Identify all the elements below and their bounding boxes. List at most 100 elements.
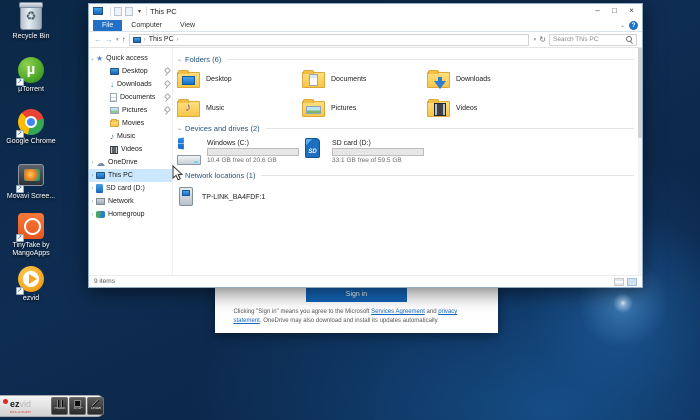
up-button[interactable]: ↑ (122, 35, 126, 44)
folder-tile-documents[interactable]: Documents (302, 67, 427, 92)
sidebar-item-homegroup[interactable]: › Homegroup (89, 208, 172, 221)
tile-label: Pictures (331, 105, 356, 112)
group-header-devices[interactable]: ⌄ Devices and drives (2) (177, 124, 634, 133)
this-pc-icon (93, 7, 103, 15)
desktop-icon-label: Recycle Bin (2, 33, 60, 41)
sidebar-item-downloads[interactable]: ↓ Downloads (89, 78, 172, 91)
drive-name: SD card (D:) (332, 140, 424, 147)
folder-tile-pictures[interactable]: Pictures (302, 96, 427, 121)
sidebar-item-sd-card[interactable]: › SD card (D:) (89, 182, 172, 195)
drive-capacity-text: 10.4 GB free of 20.6 GB (207, 157, 299, 164)
customize-toolbar-chevron-icon[interactable]: ▾ (138, 8, 141, 15)
sign-in-button[interactable]: Sign in (306, 288, 407, 302)
group-header-network[interactable]: ⌄ Network locations (1) (177, 171, 634, 180)
minimize-button[interactable]: – (589, 5, 606, 17)
recycle-bin-icon: ♻ (20, 4, 42, 30)
desktop-icon-google-chrome[interactable]: ↗ Google Chrome (2, 109, 60, 146)
folder-tile-music[interactable]: ♪ Music (177, 96, 302, 121)
logo-text: vid (20, 399, 32, 409)
vertical-scrollbar[interactable] (638, 48, 642, 275)
picture-icon (110, 107, 119, 114)
logo-text: ez (10, 399, 20, 409)
sidebar-item-label: OneDrive (108, 159, 170, 166)
sidebar-item-pictures[interactable]: Pictures (89, 104, 172, 117)
title-bar[interactable]: ▾ This PC – □ × (89, 4, 642, 18)
network-location-tile[interactable]: TP-LINK_BA4FDF:1 (177, 183, 634, 211)
back-button[interactable]: ← (94, 35, 102, 44)
tab-view[interactable]: View (171, 20, 204, 31)
desktop-icon-tinytake[interactable]: ↗ TinyTake by MangoApps (2, 213, 60, 258)
folder-tile-videos[interactable]: Videos (427, 96, 552, 121)
tile-label: Desktop (206, 76, 232, 83)
sidebar-item-videos[interactable]: Videos (89, 143, 172, 156)
sidebar-item-movies[interactable]: Movies (89, 117, 172, 130)
recent-locations-chevron-icon[interactable]: ▾ (116, 37, 119, 43)
pause-button[interactable]: PAUSE (51, 397, 68, 415)
capacity-bar (207, 148, 299, 156)
sidebar-item-network[interactable]: › Network (89, 195, 172, 208)
chevron-icon[interactable]: › (89, 212, 96, 218)
search-input[interactable]: Search This PC (549, 34, 637, 46)
details-view-icon[interactable] (614, 278, 624, 286)
breadcrumb-separator: › (144, 37, 146, 43)
sidebar-item-this-pc[interactable]: › This PC (89, 169, 172, 182)
drive-tile-sd-card-d[interactable]: SD SD card (D:) 33.1 GB free of 59.5 GB (302, 136, 462, 168)
sidebar-item-onedrive[interactable]: › ☁ OneDrive (89, 156, 172, 169)
folder-tile-downloads[interactable]: Downloads (427, 67, 552, 92)
shortcut-arrow-icon: ↗ (16, 130, 24, 138)
network-device-name: TP-LINK_BA4FDF:1 (202, 194, 265, 201)
tile-label: Music (206, 105, 224, 112)
forward-button[interactable]: → (105, 35, 113, 44)
sidebar-item-documents[interactable]: Documents (89, 91, 172, 104)
chevron-icon[interactable]: ⌄ (89, 55, 96, 62)
address-bar[interactable]: › This PC › (129, 34, 529, 46)
breadcrumb[interactable]: This PC (149, 36, 174, 43)
stop-button[interactable]: STOP (69, 397, 86, 415)
draw-button[interactable]: DRAW (87, 397, 104, 415)
address-dropdown-chevron-icon[interactable]: ▾ (534, 37, 537, 43)
drive-tile-windows-c[interactable]: Windows (C:) 10.4 GB free of 20.6 GB (177, 136, 302, 168)
properties-icon[interactable] (114, 7, 122, 16)
tab-file[interactable]: File (93, 20, 122, 31)
desktop-icon-label: ezvid (2, 295, 60, 303)
pin-icon (163, 94, 170, 102)
sidebar-item-desktop[interactable]: Desktop (89, 65, 172, 78)
refresh-icon[interactable]: ↻ (539, 36, 546, 44)
group-label: Devices and drives (2) (185, 124, 260, 133)
folder-tile-desktop[interactable]: Desktop (177, 67, 302, 92)
expand-ribbon-chevron-icon[interactable]: ⌄ (620, 22, 625, 29)
sidebar-item-quick-access[interactable]: ⌄ ★ Quick access (89, 52, 172, 65)
desktop-icon-ezvid[interactable]: ↗ ezvid (2, 266, 60, 303)
desktop-icon-movavi[interactable]: ↗ Movavi Scree... (2, 162, 60, 201)
ezvid-recorder-widget[interactable]: ezvid RECORDER PAUSE STOP DRAW (0, 395, 103, 417)
large-icons-view-icon[interactable] (627, 278, 637, 286)
chevron-icon[interactable]: ⌄ (177, 56, 182, 63)
pictures-folder-icon (302, 101, 325, 117)
help-icon[interactable]: ? (629, 21, 638, 30)
close-button[interactable]: × (623, 5, 640, 17)
ezvid-logo: ezvid RECORDER (10, 395, 48, 417)
chevron-icon[interactable]: › (89, 173, 96, 179)
maximize-button[interactable]: □ (606, 5, 623, 17)
drive-name: Windows (C:) (207, 140, 299, 147)
new-folder-icon[interactable] (125, 7, 133, 16)
group-header-folders[interactable]: ⌄ Folders (6) (177, 55, 634, 64)
shortcut-arrow-icon: ↗ (16, 234, 24, 242)
windows-drive-icon (177, 136, 203, 168)
desktop-icon-utorrent[interactable]: µ↗ µTorrent (2, 57, 60, 94)
chevron-icon[interactable]: › (89, 199, 96, 205)
agreement-text: Clicking "Sign in" means you agree to th… (234, 309, 372, 315)
tab-computer[interactable]: Computer (122, 20, 171, 31)
services-agreement-link[interactable]: Services Agreement (371, 309, 425, 315)
group-label: Network locations (1) (185, 171, 255, 180)
sidebar-item-label: Music (117, 133, 170, 140)
drive-capacity-text: 33.1 GB free of 59.5 GB (332, 157, 424, 164)
chevron-icon[interactable]: › (89, 160, 96, 166)
navigation-pane: ⌄ ★ Quick access Desktop ↓ Downloads Doc… (89, 48, 173, 275)
chevron-icon[interactable]: ⌄ (177, 125, 182, 132)
agreement-text: . OneDrive may also download and install… (260, 318, 439, 324)
sidebar-item-music[interactable]: ♪ Music (89, 130, 172, 143)
chevron-icon[interactable]: › (89, 186, 96, 192)
navigation-bar: ← → ▾ ↑ › This PC › ▾ ↻ Search This PC (89, 32, 642, 48)
desktop-icon-recycle-bin[interactable]: ♻ Recycle Bin (2, 4, 60, 41)
